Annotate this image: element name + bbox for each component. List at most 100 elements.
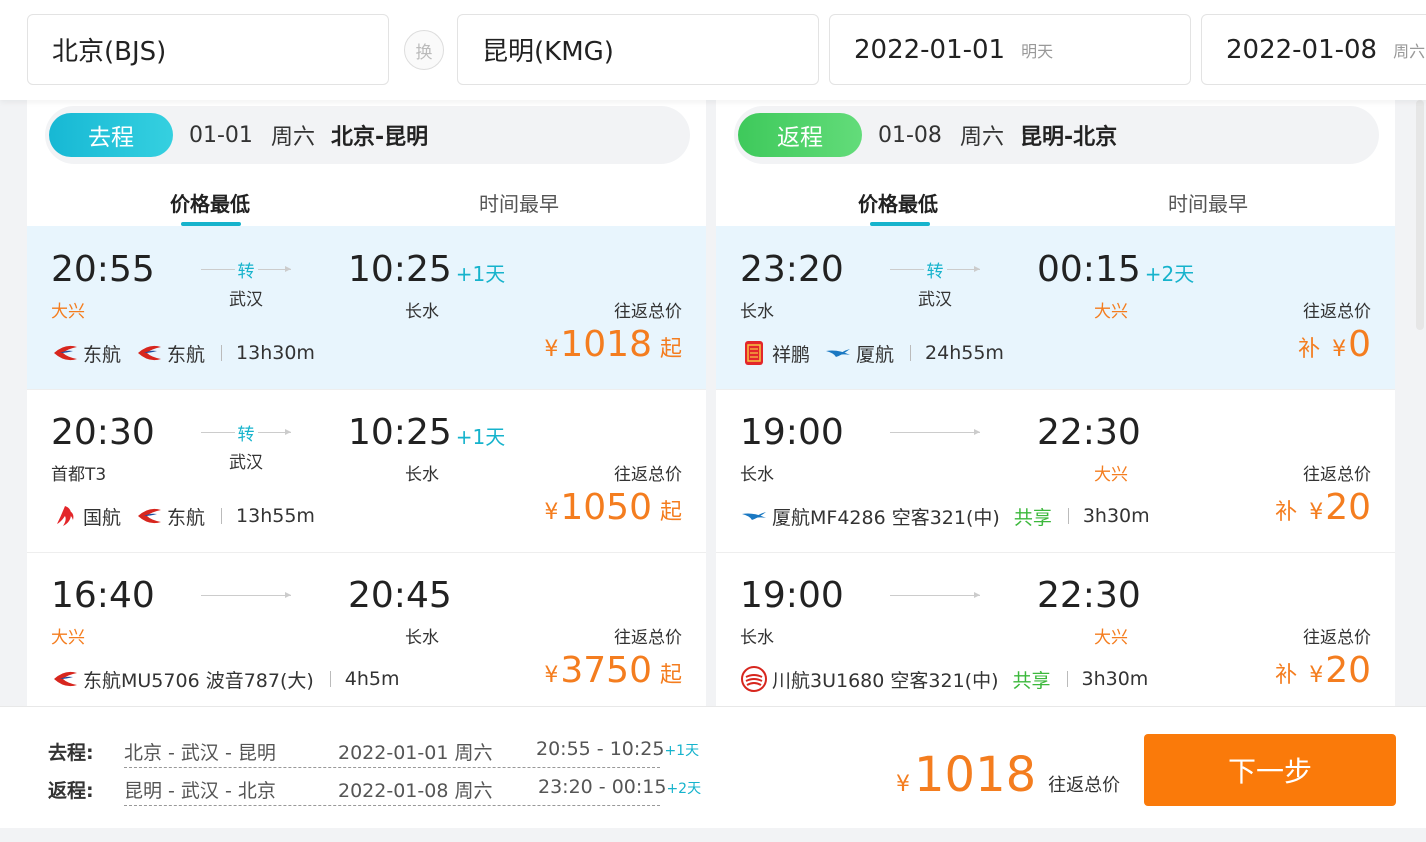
route-line (890, 592, 980, 598)
price: ¥3750 起 (544, 650, 682, 691)
airline-name: 厦航 (856, 343, 895, 366)
route-line (201, 592, 291, 598)
duration: 13h30m (236, 342, 315, 364)
china-eastern-logo-icon (138, 508, 162, 524)
arr-time: 22:30 (1037, 575, 1141, 616)
duration: 13h55m (236, 505, 315, 527)
next-step-button[interactable]: 下一步 (1144, 734, 1396, 806)
tab-time-earliest[interactable]: 时间最早 (1168, 188, 1248, 217)
scrollbar[interactable] (1416, 100, 1424, 330)
price-label: 往返总价 (614, 302, 682, 322)
arr-time: 20:45 (348, 575, 452, 616)
price-label: 往返总价 (1303, 302, 1371, 322)
price: 补 ¥0 (1298, 324, 1371, 365)
summary-return-date: 2022-01-08 周六 (338, 780, 493, 802)
route-line (890, 429, 980, 435)
codeshare-badge: 共享 (1012, 669, 1051, 692)
outbound-panel: 去程 01-01 周六 北京-昆明 价格最低 时间最早 20:55 大兴 转 武… (27, 100, 706, 706)
transfer-mark: 转 (201, 257, 291, 282)
tab-price-lowest[interactable]: 价格最低 (858, 188, 938, 217)
return-panel: 返程 01-08 周六 昆明-北京 价格最低 时间最早 23:20 长水 转 武… (716, 100, 1395, 706)
airline-name: 祥鹏 (772, 343, 811, 366)
summary-return-route: 昆明 - 武汉 - 北京 (124, 780, 276, 802)
airline-info: 川航3U1680 空客321(中) 共享 3h30m (740, 665, 1148, 693)
to-city-field[interactable]: 昆明(KMG) (457, 14, 819, 85)
divider (1066, 671, 1068, 687)
arr-airport: 大兴 (1094, 302, 1128, 322)
airline-info: 厦航MF4286 空客321(中) 共享 3h30m (740, 502, 1150, 530)
dep-time: 19:00 (740, 412, 844, 453)
codeshare-badge: 共享 (1013, 506, 1052, 529)
depart-date-field[interactable]: 2022-01-01 明天 (829, 14, 1191, 85)
sichuan-air-logo-icon (741, 666, 767, 692)
dep-airport: 大兴 (51, 628, 85, 648)
dep-airport: 长水 (740, 302, 774, 322)
swap-cities-button[interactable]: 换 (404, 30, 444, 70)
dep-time: 16:40 (51, 575, 155, 616)
dep-time: 19:00 (740, 575, 844, 616)
summary-outbound-label: 去程: (48, 742, 94, 764)
transfer-mark: 转 (201, 420, 291, 445)
divider (1067, 508, 1069, 524)
china-eastern-logo-icon (138, 345, 162, 361)
return-date-field[interactable]: 2022-01-08 周六 (1201, 14, 1426, 85)
duration: 4h5m (344, 668, 400, 690)
dep-time: 20:30 (51, 412, 155, 453)
arr-time: 22:30 (1037, 412, 1141, 453)
flight-row[interactable]: 19:00 长水 22:30 大兴 往返总价 补 ¥20 川航3U1680 空客3… (716, 552, 1395, 706)
flight-row[interactable]: 19:00 长水 22:30 大兴 往返总价 补 ¥20 厦航MF4286 空客3… (716, 389, 1395, 552)
xiamen-air-logo-icon (742, 512, 766, 520)
outbound-route: 北京-昆明 (330, 125, 429, 150)
outbound-header: 去程 01-01 周六 北京-昆明 (45, 106, 690, 164)
divider (221, 508, 223, 524)
from-city-field[interactable]: 北京(BJS) (27, 14, 389, 85)
summary-return: 返程: 昆明 - 武汉 - 北京 2022-01-08 周六 23:20 - 0… (48, 776, 701, 806)
return-date-value: 2022-01-08 (1226, 34, 1378, 65)
tab-time-earliest[interactable]: 时间最早 (479, 188, 559, 217)
price: 补 ¥20 (1275, 650, 1371, 691)
flight-row[interactable]: 23:20 长水 转 武汉 00:15 +2天 大兴 往返总价 补 ¥0 祥鹏 厦航… (716, 226, 1395, 389)
flight-row[interactable]: 20:30 首都T3 转 武汉 10:25 +1天 长水 往返总价 ¥1050 起 … (27, 389, 706, 552)
dep-airport: 大兴 (51, 302, 85, 322)
arr-day-plus: +2天 (1144, 262, 1195, 286)
return-pill: 返程 (738, 113, 862, 157)
flight-row[interactable]: 20:55 大兴 转 武汉 10:25 +1天 长水 往返总价 ¥1018 起 东航… (27, 226, 706, 389)
arr-airport: 长水 (405, 628, 439, 648)
from-city-value: 北京(BJS) (52, 37, 167, 67)
summary-outbound-date: 2022-01-01 周六 (338, 742, 493, 764)
airline-name: 东航 (167, 506, 206, 529)
return-flight-list: 23:20 长水 转 武汉 00:15 +2天 大兴 往返总价 补 ¥0 祥鹏 厦航… (716, 226, 1395, 706)
airline-detail: 川航3U1680 空客321(中) (772, 669, 999, 692)
arr-day-plus: +1天 (455, 262, 506, 286)
outbound-date: 01-01 (189, 122, 253, 148)
price-label: 往返总价 (614, 628, 682, 648)
tab-price-lowest[interactable]: 价格最低 (170, 188, 250, 217)
airline-detail: 东航MU5706 波音787(大) (83, 669, 314, 692)
china-eastern-logo-icon (54, 345, 77, 361)
summary-bar: 去程: 北京 - 武汉 - 昆明 2022-01-01 周六 20:55 - 1… (0, 706, 1426, 828)
dep-airport: 长水 (740, 628, 774, 648)
summary-return-detail: 昆明 - 武汉 - 北京 2022-01-08 周六 23:20 - 00:15… (124, 776, 701, 806)
summary-outbound-time: 20:55 - 10:25+1天 (536, 738, 700, 760)
airline-info: 国航 东航 13h55m (51, 502, 315, 530)
divider (329, 671, 331, 687)
divider (910, 345, 912, 361)
dep-time: 23:20 (740, 249, 844, 290)
return-route: 昆明-北京 (1019, 125, 1118, 150)
search-bar: 北京(BJS) 换 昆明(KMG) 2022-01-01 明天 2022-01-… (0, 0, 1426, 100)
arr-airport: 长水 (405, 302, 439, 322)
summary-outbound: 去程: 北京 - 武汉 - 昆明 2022-01-01 周六 20:55 - 1… (48, 738, 699, 768)
price: ¥1050 起 (544, 487, 682, 528)
outbound-flight-list: 20:55 大兴 转 武汉 10:25 +1天 长水 往返总价 ¥1018 起 东航… (27, 226, 706, 706)
footer-strip (0, 828, 1426, 842)
arr-time: 00:15 +2天 (1037, 249, 1195, 290)
return-weekday: 周六 (959, 125, 1004, 150)
airline-info: 祥鹏 厦航 24h55m (740, 339, 1004, 367)
return-header: 返程 01-08 周六 昆明-北京 (734, 106, 1379, 164)
price: 补 ¥20 (1275, 487, 1371, 528)
to-city-value: 昆明(KMG) (482, 37, 614, 67)
air-china-logo-icon (57, 506, 74, 526)
summary-outbound-detail: 北京 - 武汉 - 昆明 2022-01-01 周六 20:55 - 10:25… (124, 738, 699, 768)
airline-name: 东航 (167, 343, 206, 366)
flight-row[interactable]: 16:40 大兴 20:45 长水 往返总价 ¥3750 起 东航MU5706 波… (27, 552, 706, 706)
